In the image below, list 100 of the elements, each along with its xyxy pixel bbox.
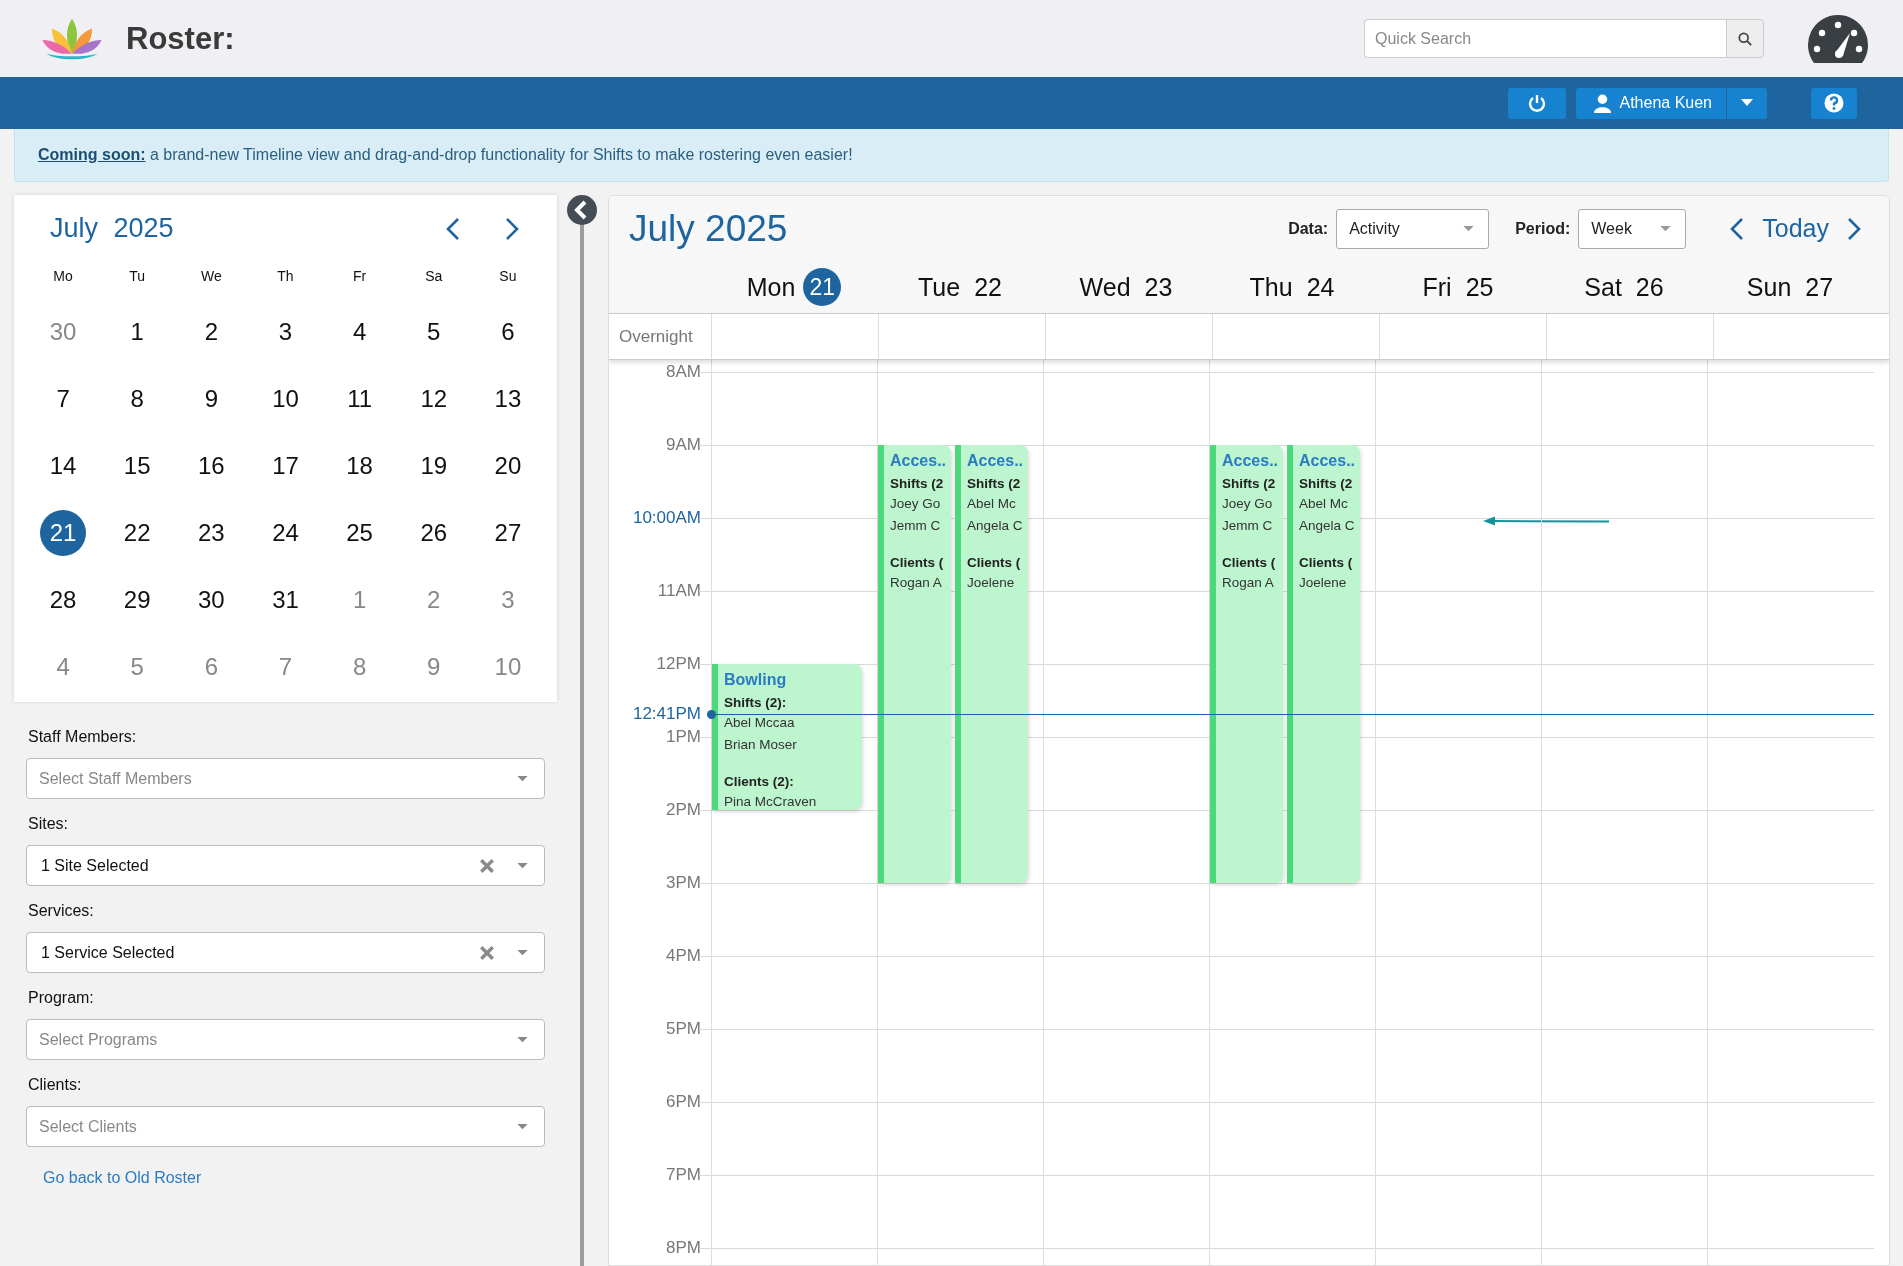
next-month-icon[interactable] bbox=[505, 216, 519, 241]
calendar-day[interactable]: 15 bbox=[114, 442, 161, 489]
calendar-day[interactable]: 27 bbox=[484, 509, 531, 556]
calendar-day[interactable]: 6 bbox=[484, 308, 531, 355]
calendar-day[interactable]: 1 bbox=[114, 308, 161, 355]
calendar-day[interactable]: 17 bbox=[262, 442, 309, 489]
weekday-label: Mo bbox=[52, 268, 74, 284]
caret-icon bbox=[517, 775, 528, 782]
event-heading: Shifts (2 bbox=[1299, 475, 1354, 493]
calendar-day[interactable]: 7 bbox=[262, 643, 309, 690]
calendar-day[interactable]: 6 bbox=[188, 643, 235, 690]
coming-soon-link[interactable]: Coming soon: bbox=[38, 146, 146, 163]
calendar-day[interactable]: 4 bbox=[40, 643, 87, 690]
period-label: Period: bbox=[1515, 219, 1571, 238]
filter-select[interactable]: Select Programs bbox=[26, 1019, 545, 1060]
event-person: Joey Go bbox=[890, 495, 942, 513]
calendar-day[interactable]: 16 bbox=[188, 442, 235, 489]
calendar-day[interactable]: 9 bbox=[410, 643, 457, 690]
day-date: 24 bbox=[1306, 272, 1335, 302]
help-button[interactable] bbox=[1811, 87, 1857, 119]
calendar-day[interactable]: 10 bbox=[484, 643, 531, 690]
month-title: July 2025 bbox=[50, 213, 174, 244]
calendar-day[interactable]: 18 bbox=[336, 442, 383, 489]
time-label: 12PM bbox=[656, 654, 701, 674]
calendar-day[interactable]: 19 bbox=[410, 442, 457, 489]
event-block[interactable]: Acces.. Shifts (2 Joey Go Jemm C Clients ( Rogan A bbox=[878, 445, 951, 883]
user-menu-button[interactable]: Athena Kuen bbox=[1576, 87, 1726, 119]
previous-month-icon[interactable] bbox=[446, 216, 460, 241]
calendar-day[interactable]: 31 bbox=[262, 576, 309, 623]
dashboard-gauge-icon[interactable] bbox=[1806, 12, 1870, 65]
calendar-day[interactable]: 25 bbox=[336, 509, 383, 556]
event-heading: Clients (2): bbox=[724, 773, 795, 791]
event-heading: Shifts (2 bbox=[967, 475, 1022, 493]
calendar-day[interactable]: 8 bbox=[336, 643, 383, 690]
calendar-day[interactable]: 3 bbox=[262, 308, 309, 355]
event-person: Pina McCraven bbox=[724, 793, 818, 811]
search-field[interactable]: Quick Search bbox=[1364, 19, 1726, 58]
event-person: Angela C bbox=[1299, 517, 1356, 535]
calendar-day[interactable]: 24 bbox=[262, 509, 309, 556]
weekday-label: Su bbox=[498, 268, 518, 284]
filter-label: Services: bbox=[28, 902, 95, 920]
event-block[interactable]: Acces.. Shifts (2 Abel Mc Angela C Clients ( Joelene bbox=[1287, 445, 1360, 883]
old-roster-link[interactable]: Go back to Old Roster bbox=[43, 1169, 202, 1187]
data-select[interactable]: Activity bbox=[1336, 208, 1490, 249]
event-title: Acces.. bbox=[890, 452, 948, 470]
filter-label: Program: bbox=[28, 989, 95, 1007]
event-heading: Shifts (2 bbox=[1222, 475, 1277, 493]
calendar-day[interactable]: 4 bbox=[336, 308, 383, 355]
calendar-day[interactable]: 2 bbox=[410, 576, 457, 623]
calendar-day[interactable]: 14 bbox=[40, 442, 87, 489]
period-select[interactable]: Week bbox=[1578, 208, 1687, 249]
collapse-panel-icon[interactable] bbox=[566, 195, 597, 225]
calendar-day[interactable]: 1 bbox=[336, 576, 383, 623]
calendar-day[interactable]: 7 bbox=[40, 375, 87, 422]
time-label: 11AM bbox=[657, 581, 701, 601]
time-label: 3PM bbox=[666, 873, 701, 893]
calendar-day[interactable]: 30 bbox=[40, 308, 87, 355]
previous-week-icon[interactable] bbox=[1730, 216, 1745, 241]
event-block[interactable]: Bowling Shifts (2): Abel Mccaa Brian Moser Clients (2): Pina McCraven bbox=[712, 664, 862, 810]
calendar-day[interactable]: 12 bbox=[410, 375, 457, 422]
calendar-day[interactable]: 9 bbox=[188, 375, 235, 422]
help-icon bbox=[1824, 93, 1844, 113]
calendar-day[interactable]: 11 bbox=[336, 375, 383, 422]
user-dropdown-button[interactable] bbox=[1727, 87, 1767, 119]
calendar-day[interactable]: 20 bbox=[484, 442, 531, 489]
event-block[interactable]: Acces.. Shifts (2 Abel Mc Angela C Clients ( Joelene bbox=[955, 445, 1028, 883]
calendar-day[interactable]: 2 bbox=[188, 308, 235, 355]
today-button[interactable]: Today bbox=[1762, 214, 1829, 243]
filter-select[interactable]: 1 Service Selected bbox=[26, 932, 545, 973]
event-heading: Clients ( bbox=[967, 554, 1022, 572]
calendar-day[interactable]: 23 bbox=[188, 509, 235, 556]
current-time-label: 12:41PM bbox=[632, 703, 701, 724]
overnight-label: Overnight bbox=[619, 326, 693, 347]
filter-select[interactable]: Select Staff Members bbox=[26, 758, 545, 799]
calendar-day[interactable]: 28 bbox=[40, 576, 87, 623]
search-button[interactable] bbox=[1726, 19, 1764, 58]
day-name: Sat bbox=[1584, 272, 1622, 302]
calendar-day[interactable]: 3 bbox=[484, 576, 531, 623]
event-block[interactable]: Acces.. Shifts (2 Joey Go Jemm C Clients ( Rogan A bbox=[1210, 445, 1283, 883]
calendar-day[interactable]: 21 bbox=[40, 509, 87, 556]
calendar-day[interactable]: 29 bbox=[114, 576, 161, 623]
calendar-day[interactable]: 26 bbox=[410, 509, 457, 556]
calendar-day[interactable]: 30 bbox=[188, 576, 235, 623]
clear-icon[interactable] bbox=[479, 857, 495, 874]
filter-select[interactable]: Select Clients bbox=[26, 1106, 545, 1147]
logout-button[interactable] bbox=[1508, 87, 1567, 119]
time-label: 10:00AM bbox=[632, 508, 701, 528]
calendar-day[interactable]: 22 bbox=[114, 509, 161, 556]
next-week-icon[interactable] bbox=[1847, 216, 1861, 241]
search-icon bbox=[1738, 31, 1752, 46]
clear-icon[interactable] bbox=[479, 944, 495, 961]
calendar-day[interactable]: 13 bbox=[484, 375, 531, 422]
calendar-day[interactable]: 5 bbox=[114, 643, 161, 690]
day-name: Thu bbox=[1249, 272, 1293, 302]
filter-select[interactable]: 1 Site Selected bbox=[26, 845, 545, 886]
calendar-day[interactable]: 5 bbox=[410, 308, 457, 355]
calendar-day[interactable]: 10 bbox=[262, 375, 309, 422]
event-title: Acces.. bbox=[1299, 452, 1357, 470]
app-title: Roster: bbox=[126, 20, 235, 57]
calendar-day[interactable]: 8 bbox=[114, 375, 161, 422]
